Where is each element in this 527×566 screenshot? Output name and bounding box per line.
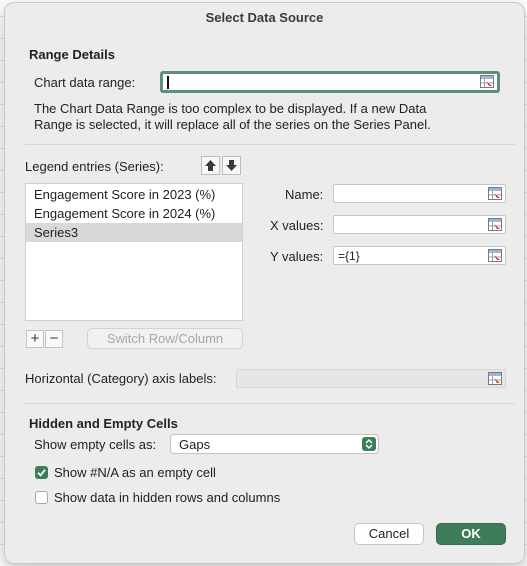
series-list-item[interactable]: Engagement Score in 2024 (%) [26,204,242,223]
move-series-down-button[interactable] [222,156,241,175]
chevron-updown-icon [362,437,376,451]
y-values-value: ={1} [338,249,360,263]
name-label: Name: [285,187,324,202]
show-empty-cells-label: Show empty cells as: [34,437,157,452]
show-empty-cells-select[interactable]: Gaps [170,434,379,454]
x-values-field[interactable] [333,215,506,234]
section-divider [25,403,515,404]
show-empty-cells-value: Gaps [179,437,211,452]
chart-data-range-label: Chart data range: [34,75,136,90]
series-name-field[interactable] [333,184,506,203]
legend-entries-label: Legend entries (Series): [25,159,164,174]
range-picker-icon[interactable] [488,372,502,385]
range-info-line-1: The Chart Data Range is too complex to b… [34,101,427,116]
range-picker-icon[interactable] [488,218,502,231]
add-series-button[interactable]: + [26,330,44,348]
range-picker-icon[interactable] [488,249,502,262]
ok-button[interactable]: OK [436,523,506,545]
category-axis-label: Horizontal (Category) axis labels: [25,371,217,386]
range-picker-icon[interactable] [488,187,502,200]
series-list-item[interactable]: Engagement Score in 2023 (%) [26,185,242,204]
range-info-line-2: Range is selected, it will replace all o… [34,117,431,132]
show-na-checkbox[interactable] [35,466,48,479]
range-picker-icon[interactable] [480,75,494,88]
chart-data-range-input[interactable] [160,71,500,93]
y-values-field[interactable]: ={1} [333,246,506,265]
select-data-source-dialog: Select Data Source Range Details Chart d… [4,2,525,564]
arrow-down-icon [226,160,237,171]
category-axis-field[interactable] [236,369,506,388]
show-na-label: Show #N/A as an empty cell [54,465,216,480]
hidden-empty-heading: Hidden and Empty Cells [29,416,178,431]
series-list-item-selected[interactable]: Series3 [26,223,242,242]
x-values-label: X values: [270,218,324,233]
checkmark-icon [37,469,46,477]
switch-row-column-button[interactable]: Switch Row/Column [87,328,243,349]
dialog-title: Select Data Source [205,10,324,25]
series-list[interactable]: Engagement Score in 2023 (%) Engagement … [25,183,243,321]
section-divider [25,144,515,145]
move-series-up-button[interactable] [201,156,220,175]
show-hidden-data-label: Show data in hidden rows and columns [54,490,281,505]
arrow-up-icon [205,160,216,171]
show-hidden-data-checkbox[interactable] [35,491,48,504]
text-caret [167,76,169,89]
cancel-button[interactable]: Cancel [354,523,424,545]
remove-series-button[interactable]: − [45,330,63,348]
y-values-label: Y values: [270,249,324,264]
range-details-heading: Range Details [29,47,115,62]
